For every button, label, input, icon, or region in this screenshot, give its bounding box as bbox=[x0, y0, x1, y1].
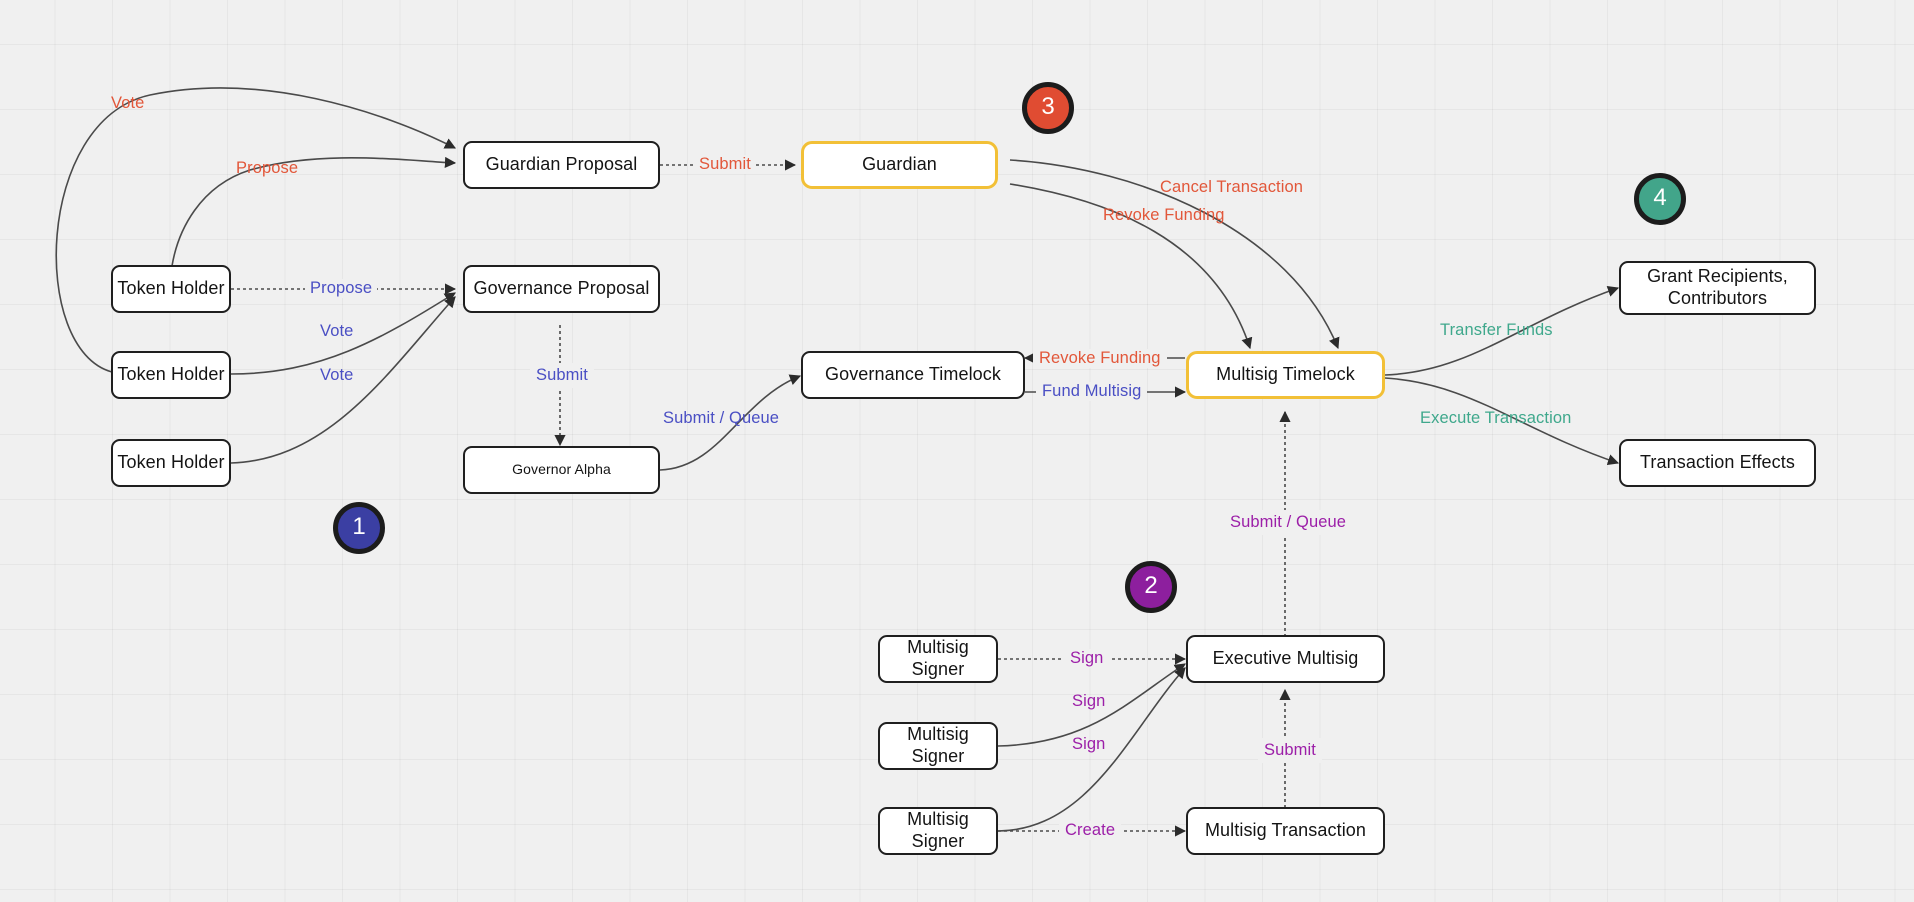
node-label: Token Holder bbox=[117, 364, 225, 385]
node-label: Guardian Proposal bbox=[485, 154, 638, 175]
badge-number: 4 bbox=[1653, 184, 1667, 211]
node-label: Multisig Signer bbox=[907, 637, 969, 679]
edge-label-create: Create bbox=[1059, 821, 1122, 840]
edge-label-transfer-funds: Transfer Funds bbox=[1440, 321, 1553, 339]
node-label: Transaction Effects bbox=[1640, 452, 1795, 473]
edge-propose-guardian-proposal bbox=[171, 156, 457, 267]
badge-number: 3 bbox=[1041, 93, 1055, 120]
edge-label-fund-multisig: Fund Multisig bbox=[1036, 382, 1148, 401]
node-governance-proposal[interactable]: Governance Proposal bbox=[463, 265, 660, 313]
edge-label-sign-1: Sign bbox=[1064, 649, 1110, 668]
edge-label-propose-governance: Propose bbox=[305, 279, 378, 298]
edge-label-revoke-funding-timelock: Revoke Funding bbox=[1033, 349, 1167, 368]
node-token-holder-2[interactable]: Token Holder bbox=[111, 351, 231, 399]
edge-label-vote-governance-2: Vote bbox=[320, 366, 354, 384]
node-transaction-effects[interactable]: Transaction Effects bbox=[1619, 439, 1816, 487]
edge-label-submit-governor: Submit bbox=[530, 363, 594, 388]
node-label: Governor Alpha bbox=[512, 461, 611, 478]
edge-label-vote-governance-1: Vote bbox=[320, 322, 354, 340]
node-multisig-timelock[interactable]: Multisig Timelock bbox=[1186, 351, 1385, 399]
edge-label-execute-transaction: Execute Transaction bbox=[1420, 409, 1572, 427]
badge-number: 2 bbox=[1144, 572, 1158, 599]
node-label: Multisig Signer bbox=[907, 724, 969, 766]
node-governance-timelock[interactable]: Governance Timelock bbox=[801, 351, 1025, 399]
node-multisig-signer-3[interactable]: Multisig Signer bbox=[878, 807, 998, 855]
node-governor-alpha[interactable]: Governor Alpha bbox=[463, 446, 660, 494]
badge-2[interactable]: 2 bbox=[1125, 561, 1177, 613]
node-label: Guardian bbox=[862, 154, 937, 175]
edge-label-submit-multisig: Submit bbox=[1258, 738, 1322, 763]
edge-label-submit-queue-multisig: Submit / Queue bbox=[1224, 510, 1353, 535]
edge-label-cancel-transaction: Cancel Transaction bbox=[1160, 178, 1304, 196]
node-multisig-transaction[interactable]: Multisig Transaction bbox=[1186, 807, 1385, 855]
node-label: Token Holder bbox=[117, 452, 225, 473]
node-executive-multisig[interactable]: Executive Multisig bbox=[1186, 635, 1385, 683]
node-multisig-signer-1[interactable]: Multisig Signer bbox=[878, 635, 998, 683]
edge-label-revoke-funding-guardian: Revoke Funding bbox=[1103, 206, 1225, 224]
badge-1[interactable]: 1 bbox=[333, 502, 385, 554]
edge-label-sign-2: Sign bbox=[1072, 692, 1106, 710]
badge-4[interactable]: 4 bbox=[1634, 173, 1686, 225]
node-multisig-signer-2[interactable]: Multisig Signer bbox=[878, 722, 998, 770]
node-label: Executive Multisig bbox=[1212, 648, 1359, 669]
badge-3[interactable]: 3 bbox=[1022, 82, 1074, 134]
diagram-canvas: Guardian Proposal Guardian Token Holder … bbox=[0, 0, 1914, 902]
edge-label-propose-guardian: Propose bbox=[236, 159, 299, 177]
node-label: Governance Proposal bbox=[473, 278, 650, 299]
node-grant-recipients[interactable]: Grant Recipients, Contributors bbox=[1619, 261, 1816, 315]
node-token-holder-3[interactable]: Token Holder bbox=[111, 439, 231, 487]
edge-label-submit-guardian: Submit bbox=[694, 155, 756, 174]
node-label: Token Holder bbox=[117, 278, 225, 299]
badge-number: 1 bbox=[352, 513, 366, 540]
node-label: Multisig Transaction bbox=[1204, 820, 1367, 841]
node-guardian[interactable]: Guardian bbox=[801, 141, 998, 189]
node-token-holder-1[interactable]: Token Holder bbox=[111, 265, 231, 313]
node-label: Governance Timelock bbox=[825, 364, 1001, 385]
node-label: Multisig Timelock bbox=[1216, 364, 1355, 385]
edge-label-submit-queue-governance: Submit / Queue bbox=[663, 409, 780, 427]
node-guardian-proposal[interactable]: Guardian Proposal bbox=[463, 141, 660, 189]
edge-label-sign-3: Sign bbox=[1072, 735, 1106, 753]
node-label: Grant Recipients, Contributors bbox=[1647, 266, 1788, 308]
node-label: Multisig Signer bbox=[907, 809, 969, 851]
edge-label-vote-guardian: Vote bbox=[111, 94, 145, 112]
